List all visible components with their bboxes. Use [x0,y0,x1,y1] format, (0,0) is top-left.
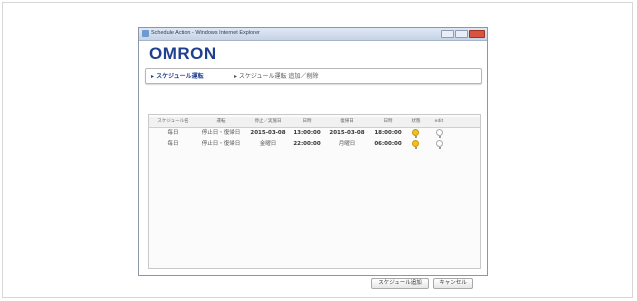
row-resume-time: 06:00:00 [374,141,402,147]
row-resume-date: 月曜日 [338,141,356,147]
window-title: Schedule Action - Windows Internet Explo… [151,30,260,36]
table-row[interactable]: 毎日 停止日・復帰日 金曜日 22:00:00 月曜日 06:00:00 [149,139,480,149]
close-button[interactable] [469,30,485,38]
row-resume-time: 18:00:00 [374,130,402,136]
row-action: 停止日・復帰日 [201,141,241,147]
window-controls [441,30,485,38]
row-stop-time: 13:00:00 [293,130,321,136]
col-stop-date: 停止／実施日 [254,119,282,124]
row-stop-time: 22:00:00 [293,141,321,147]
row-stop-date: 2015-03-08 [250,130,286,136]
col-resume-date: 復帰日 [340,119,354,124]
col-resume-time: 日時 [383,119,393,124]
col-status: 状態 [411,119,421,124]
col-action: 運転 [216,119,226,124]
status-bulb-icon [412,140,419,149]
row-action: 停止日・復帰日 [201,130,241,136]
col-edit: edit [434,119,444,124]
maximize-button[interactable] [455,30,468,38]
browser-window: Schedule Action - Windows Internet Explo… [138,27,488,289]
omron-logo: OMRON [149,44,217,63]
breadcrumb-item-add-delete[interactable]: ▸ スケジュール運転 追加／削除 [234,71,318,82]
ie-page-icon [142,30,149,37]
col-schedule-name: スケジュール名 [157,119,189,124]
row-resume-date: 2015-03-08 [329,130,365,136]
breadcrumb-item-schedule[interactable]: ▸ スケジュール運転 [151,71,204,82]
schedule-table: スケジュール名 運転 停止／実施日 日時 復帰日 日時 状態 edit 毎日 停… [148,114,481,269]
col-stop-time: 日時 [302,119,312,124]
row-schedule-name: 毎日 [167,141,179,147]
row-stop-date: 金曜日 [259,141,277,147]
status-bulb-icon [412,129,419,138]
table-header: スケジュール名 運転 停止／実施日 日時 復帰日 日時 状態 edit [149,117,480,128]
row-schedule-name: 毎日 [167,130,179,136]
add-schedule-button[interactable]: スケジュール追加 [371,278,429,289]
edit-bulb-icon[interactable] [436,129,443,138]
cancel-button[interactable]: キャンセル [433,278,473,289]
minimize-button[interactable] [441,30,454,38]
edit-bulb-icon[interactable] [436,140,443,149]
table-row[interactable]: 毎日 停止日・復帰日 2015-03-08 13:00:00 2015-03-0… [149,128,480,138]
window-titlebar: Schedule Action - Windows Internet Explo… [139,28,487,41]
breadcrumb: ▸ スケジュール運転 ▸ スケジュール運転 追加／削除 [145,68,482,84]
